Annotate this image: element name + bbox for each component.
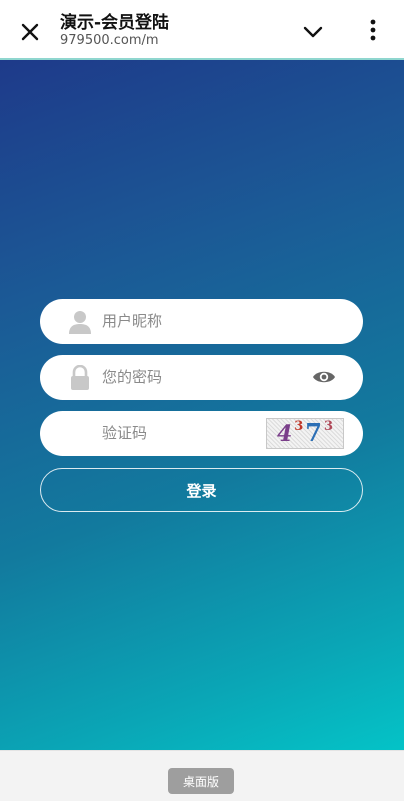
captcha-char: 3 [324, 419, 334, 434]
chevron-down-icon[interactable] [298, 18, 328, 46]
page-url[interactable]: 979500.com/m [60, 33, 159, 48]
password-field[interactable]: 您的密码 [40, 355, 363, 400]
user-icon [68, 309, 92, 335]
login-button[interactable]: 登录 [40, 468, 363, 512]
username-input[interactable]: 用户昵称 [102, 299, 162, 344]
captcha-image[interactable]: 4 3 7 3 [266, 418, 344, 449]
page-title: 演示-会员登陆 [60, 13, 170, 33]
more-vert-icon[interactable] [358, 14, 388, 46]
captcha-field[interactable]: 验证码 4 3 7 3 [40, 411, 363, 456]
username-field[interactable]: 用户昵称 [40, 299, 363, 344]
browser-toolbar: 演示-会员登陆 979500.com/m [0, 0, 404, 60]
captcha-char: 4 [276, 421, 293, 447]
close-icon[interactable] [14, 16, 46, 48]
password-input[interactable]: 您的密码 [102, 355, 162, 400]
footer-bar: 桌面版 [0, 750, 404, 801]
captcha-char: 7 [305, 418, 322, 447]
login-background: 用户昵称 您的密码 验证码 4 3 7 3 登录 [0, 60, 404, 750]
captcha-input[interactable]: 验证码 [102, 411, 147, 456]
desktop-version-button[interactable]: 桌面版 [168, 768, 234, 794]
lock-icon [68, 364, 92, 391]
eye-icon[interactable] [312, 367, 336, 387]
captcha-char: 3 [294, 419, 304, 434]
